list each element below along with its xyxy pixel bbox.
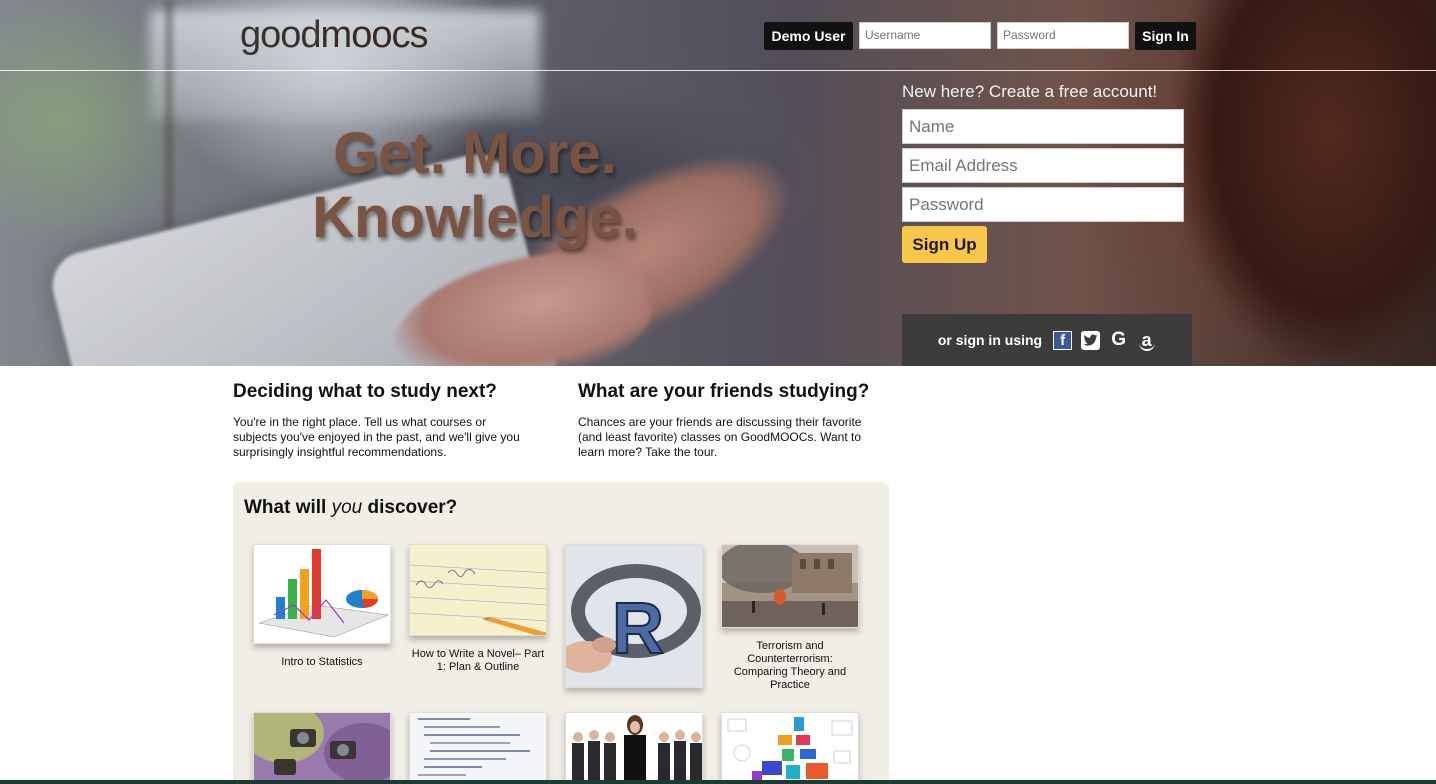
course-label[interactable]: Terrorism and Counterterrorism: Comparin… xyxy=(721,640,859,692)
study-next-title: Deciding what to study next? xyxy=(233,381,497,402)
site-logo[interactable]: goodmoocs xyxy=(240,12,429,57)
course-card[interactable]: Terrorism and Counterterrorism: Comparin… xyxy=(721,544,859,692)
technology-icons-thumbnail[interactable] xyxy=(721,712,859,782)
google-icon[interactable]: G xyxy=(1109,329,1128,350)
course-label[interactable]: Intro to Statistics xyxy=(253,656,391,669)
study-next-text: You're in the right place. Tell us what … xyxy=(233,415,520,459)
sign-up-button[interactable]: Sign Up xyxy=(902,226,987,263)
facebook-icon[interactable]: f xyxy=(1053,330,1073,350)
friends-studying-text: Chances are your friends are discussing … xyxy=(578,415,862,459)
amazon-icon[interactable]: a xyxy=(1137,330,1156,351)
hero-shade xyxy=(0,0,1436,366)
social-signin-bar: or sign in using f G a xyxy=(902,314,1192,366)
hero-tagline: Get. More. Knowledge. xyxy=(300,122,650,250)
course-card[interactable]: How to Write a Novel– Part 1: Plan & Out… xyxy=(409,544,547,674)
header-divider xyxy=(0,70,1436,71)
discover-title-after: discover? xyxy=(362,497,458,518)
terrorism-photo-thumbnail[interactable] xyxy=(721,544,859,628)
demo-user-button[interactable]: Demo User xyxy=(764,22,853,50)
course-card[interactable]: R xyxy=(565,544,703,700)
discover-title: What will you discover? xyxy=(244,497,457,519)
sign-in-button[interactable]: Sign In xyxy=(1135,22,1196,50)
signup-heading: New here? Create a free account! xyxy=(902,82,1158,101)
discover-title-em: you xyxy=(331,497,363,518)
signup-password-field[interactable] xyxy=(902,187,1184,222)
svg-text:R: R xyxy=(612,589,664,669)
r-language-logo-thumbnail[interactable]: R xyxy=(565,544,703,688)
logo-suffix: moocs xyxy=(320,14,429,56)
signup-email-field[interactable] xyxy=(902,148,1184,183)
logo-prefix: good xyxy=(240,14,322,56)
discover-title-before: What will xyxy=(244,497,332,518)
tagline-line-1: Get. More. xyxy=(333,121,617,186)
code-listing-thumbnail[interactable] xyxy=(409,712,547,782)
window-bottom-bar xyxy=(0,780,1436,784)
course-card[interactable] xyxy=(253,712,391,784)
tagline-line-2: Knowledge. xyxy=(312,185,638,250)
course-card[interactable] xyxy=(721,712,859,784)
statistics-chart-thumbnail[interactable] xyxy=(253,544,391,644)
password-input[interactable] xyxy=(997,22,1129,49)
writing-paper-thumbnail[interactable] xyxy=(409,544,547,636)
hero-banner xyxy=(0,0,1436,366)
course-card[interactable]: Intro to Statistics xyxy=(253,544,391,669)
username-input[interactable] xyxy=(859,22,991,49)
signup-name-field[interactable] xyxy=(902,109,1184,144)
course-card[interactable] xyxy=(565,712,703,784)
social-signin-label: or sign in using xyxy=(937,332,1043,348)
cameras-photo-thumbnail[interactable] xyxy=(253,712,391,782)
twitter-icon[interactable] xyxy=(1081,330,1101,350)
course-label[interactable]: How to Write a Novel– Part 1: Plan & Out… xyxy=(409,648,547,674)
course-card[interactable] xyxy=(409,712,547,784)
friends-studying-title: What are your friends studying? xyxy=(578,381,870,402)
business-people-thumbnail[interactable] xyxy=(565,712,703,782)
